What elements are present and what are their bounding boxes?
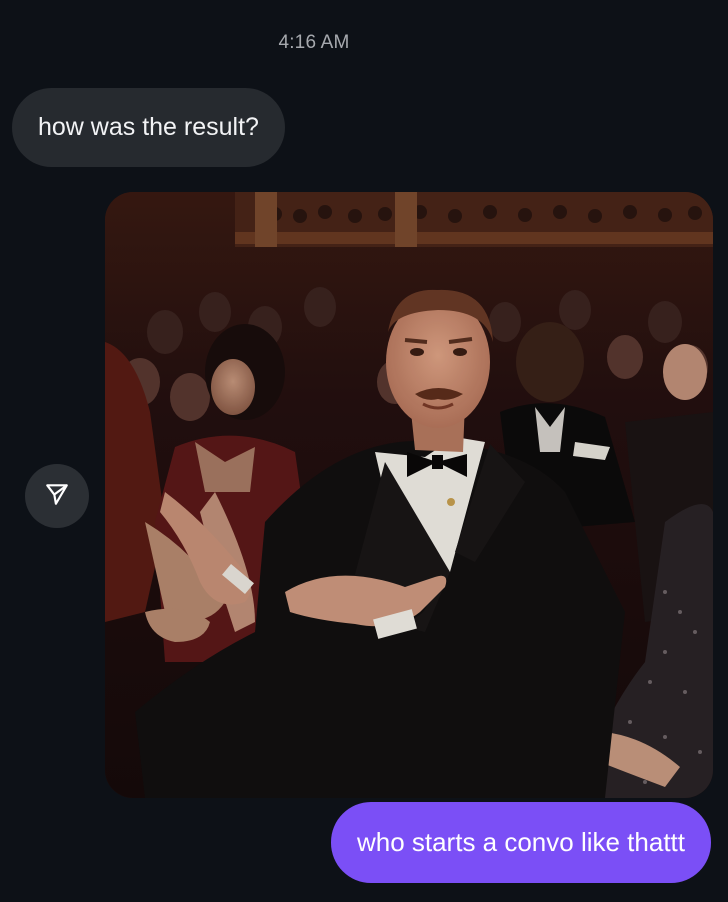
send-icon bbox=[44, 481, 70, 512]
incoming-message-text: how was the result? bbox=[38, 113, 259, 141]
share-button[interactable] bbox=[25, 464, 89, 528]
gif-image bbox=[105, 192, 713, 798]
outgoing-message-bubble[interactable]: who starts a convo like thattt bbox=[330, 802, 711, 883]
gif-message[interactable] bbox=[105, 192, 713, 798]
outgoing-message-text: who starts a convo like thattt bbox=[356, 827, 685, 857]
message-timestamp: 4:16 AM bbox=[278, 32, 350, 53]
incoming-message-bubble[interactable]: how was the result? bbox=[12, 88, 285, 167]
